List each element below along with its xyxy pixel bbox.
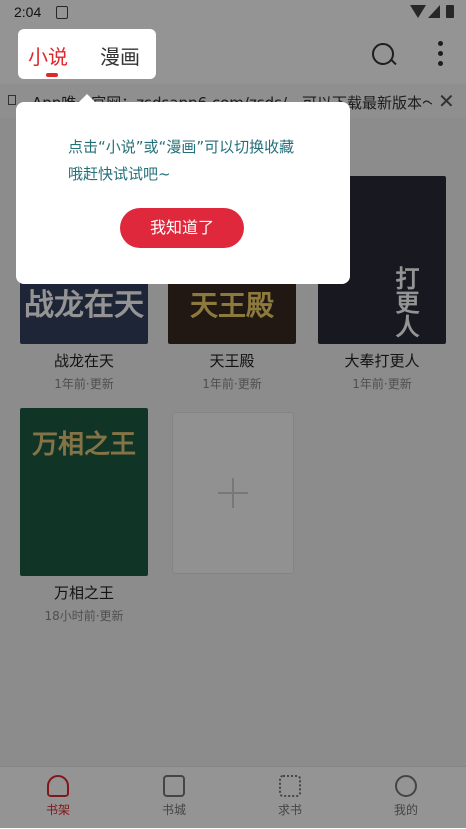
tip-dialog: 点击“小说”或“漫画”可以切换收藏哦赶快试试吧~ 我知道了 — [16, 94, 350, 284]
active-tab-indicator — [46, 73, 58, 77]
got-it-button[interactable]: 我知道了 — [120, 208, 244, 248]
dialog-pointer — [78, 94, 96, 103]
tab-novel-highlight[interactable]: 小说 — [28, 41, 68, 70]
tab-comic-highlight[interactable]: 漫画 — [100, 41, 140, 70]
tip-message: 点击“小说”或“漫画”可以切换收藏哦赶快试试吧~ — [68, 138, 295, 183]
highlighted-category-tabs: 小说 漫画 — [18, 29, 156, 79]
